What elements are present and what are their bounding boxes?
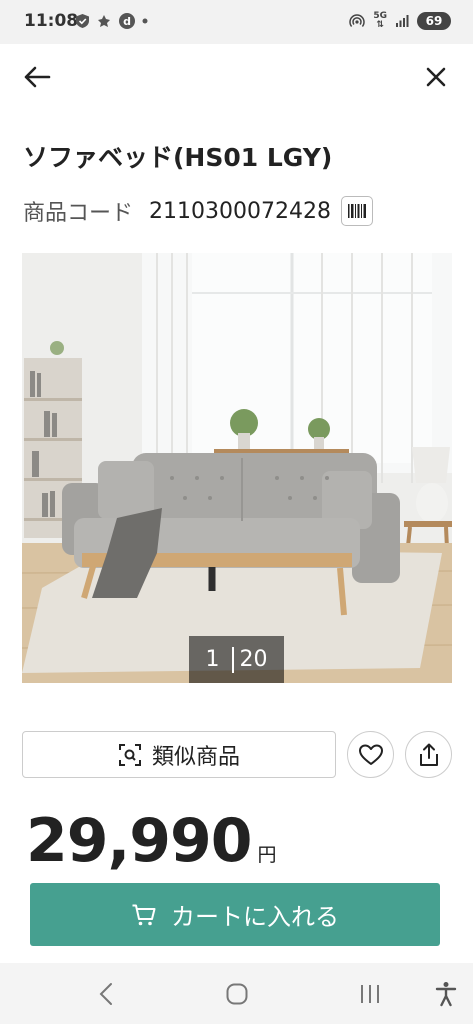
barcode-icon xyxy=(347,204,366,218)
add-to-cart-button[interactable]: カートに入れる xyxy=(30,883,440,946)
nav-home-icon xyxy=(226,983,248,1005)
favorite-button[interactable] xyxy=(347,731,394,778)
image-counter-separator xyxy=(231,646,234,673)
price: 29,990 円 xyxy=(26,806,277,876)
share-icon xyxy=(419,743,438,766)
barcode-button[interactable] xyxy=(340,196,373,226)
price-value: 29,990 xyxy=(26,806,253,876)
nav-recents-button[interactable] xyxy=(352,977,388,1011)
system-nav-bar xyxy=(0,963,473,1024)
image-search-icon xyxy=(118,743,141,766)
signal-icon xyxy=(396,15,409,27)
back-button[interactable] xyxy=(20,60,54,94)
image-counter: 1 20 xyxy=(189,636,284,683)
network-icon: 5G ⇅ xyxy=(373,11,387,30)
dot-icon xyxy=(142,18,148,24)
battery-icon: 69 xyxy=(417,12,451,30)
nav-recents-icon xyxy=(361,985,379,1003)
add-to-cart-label: カートに入れる xyxy=(171,903,339,931)
product-code-label: 商品コード xyxy=(23,201,134,226)
d-app-icon: d xyxy=(119,13,135,29)
shield-icon xyxy=(76,14,89,28)
accessibility-icon xyxy=(435,982,457,1007)
status-left-icons: d xyxy=(75,12,148,30)
notification-icon xyxy=(98,15,110,27)
arrow-left-icon xyxy=(24,66,51,88)
nav-back-button[interactable] xyxy=(88,977,124,1011)
nav-back-icon xyxy=(99,983,112,1005)
svg-text:d: d xyxy=(123,15,131,28)
status-time: 11:08 xyxy=(24,11,79,31)
battery-level: 69 xyxy=(425,14,443,28)
similar-products-button[interactable]: 類似商品 xyxy=(22,731,336,778)
product-code-row: 商品コード 2110300072428 xyxy=(23,195,373,227)
price-unit: 円 xyxy=(257,844,277,866)
image-counter-total: 20 xyxy=(239,647,268,672)
product-image[interactable] xyxy=(22,253,452,683)
heart-icon xyxy=(358,744,383,765)
close-icon xyxy=(426,67,446,87)
status-right-icons: 5G ⇅ 69 xyxy=(349,12,451,30)
sofa-photo xyxy=(22,253,452,683)
cart-icon xyxy=(132,904,156,925)
product-title: ソファベッド(HS01 LGY) xyxy=(23,143,333,172)
close-button[interactable] xyxy=(419,60,453,94)
similar-products-label: 類似商品 xyxy=(151,744,240,770)
nav-home-button[interactable] xyxy=(219,977,255,1011)
product-code-value: 2110300072428 xyxy=(149,198,331,224)
image-counter-current: 1 xyxy=(205,647,220,672)
status-bar: 11:08 d 5G ⇅ 69 xyxy=(0,0,473,44)
share-button[interactable] xyxy=(405,731,452,778)
accessibility-button[interactable] xyxy=(428,977,464,1011)
hotspot-icon xyxy=(349,14,366,27)
